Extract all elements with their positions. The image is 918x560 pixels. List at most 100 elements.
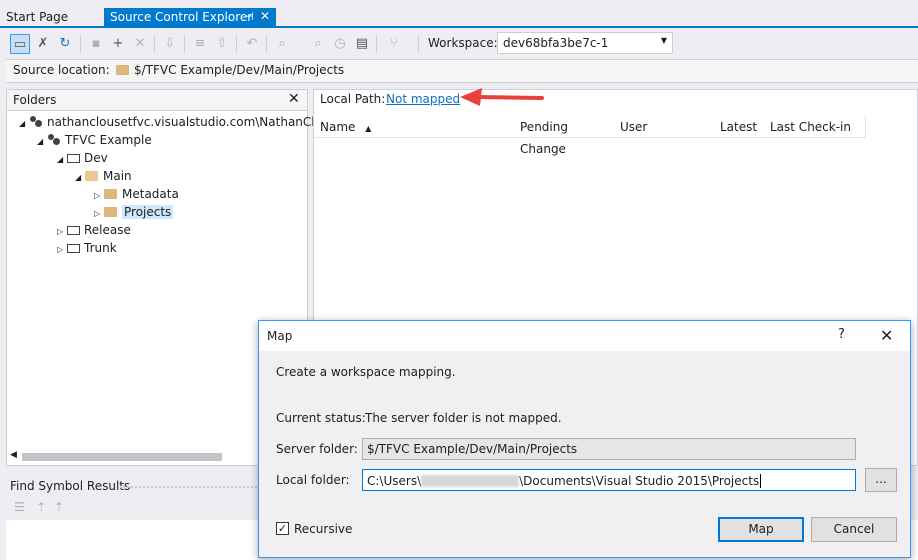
cancel-button[interactable]: Cancel <box>811 517 897 542</box>
browse-button[interactable]: ... <box>865 468 897 492</box>
column-header-name[interactable]: Name ▲ <box>314 116 516 138</box>
tree-item-projects[interactable]: ▷ Projects <box>94 203 174 221</box>
tree-item-label: Dev <box>84 151 108 165</box>
folder-open-icon <box>85 171 98 181</box>
tree-item-label: Release <box>84 223 131 237</box>
column-label: Name <box>320 120 356 134</box>
find-symbol-title: Find Symbol Results <box>10 479 131 493</box>
recursive-checkbox[interactable]: ✓ <box>276 522 289 535</box>
column-label: Pending Change <box>520 120 568 156</box>
toolbar-separator <box>236 36 237 52</box>
expanded-triangle-icon[interactable]: ◢ <box>19 115 29 133</box>
source-location-path[interactable]: $/TFVC Example/Dev/Main/Projects <box>116 63 344 77</box>
tab-source-control-explorer[interactable]: Source Control Explorer ⊣ ✕ <box>104 8 276 28</box>
folder-icon <box>116 65 129 75</box>
workspace-value: dev68bfa3be7c-1 <box>503 36 609 50</box>
check-in-icon[interactable]: ⇧ <box>212 34 232 54</box>
pin-icon[interactable]: ⊣ <box>244 10 254 23</box>
tree-item-label: Projects <box>122 205 174 219</box>
column-header-last-check-in[interactable]: Last Check-in <box>764 116 866 138</box>
local-folder-input[interactable]: C:\Users\ \Documents\Visual Studio 2015\P… <box>362 469 856 491</box>
workspace-select[interactable]: dev68bfa3be7c-1 ▼ <box>497 32 673 54</box>
tab-label: Source Control Explorer <box>110 10 253 24</box>
tree-item-release[interactable]: ▷ Release <box>57 221 131 239</box>
recursive-label: Recursive <box>294 522 353 536</box>
column-label: Last Check-in <box>770 120 851 134</box>
panel-grip <box>120 486 260 490</box>
source-location-value: $/TFVC Example/Dev/Main/Projects <box>134 63 345 77</box>
new-folder-icon[interactable]: ▪ <box>86 34 106 54</box>
close-icon[interactable]: ✕ <box>880 326 893 345</box>
tree-item-metadata[interactable]: ▷ Metadata <box>94 185 179 203</box>
prev-icon[interactable]: ⇡ <box>36 500 46 514</box>
expanded-triangle-icon[interactable]: ◢ <box>57 151 67 169</box>
column-label: User <box>620 120 648 134</box>
column-header-user[interactable]: User <box>614 116 716 138</box>
close-tab-icon[interactable]: ✕ <box>260 9 270 23</box>
help-icon[interactable]: ? <box>838 327 845 342</box>
tree-item-tfvc-example[interactable]: ◢ TFVC Example <box>37 131 152 149</box>
tree-item-trunk[interactable]: ▷ Trunk <box>57 239 117 257</box>
dialog-title: Map <box>267 329 293 343</box>
dialog-intro: Create a workspace mapping. <box>276 365 456 379</box>
expanded-triangle-icon[interactable]: ◢ <box>37 133 47 151</box>
tree-item-label: Main <box>103 169 132 183</box>
folder-icon <box>104 207 117 217</box>
branching-icon[interactable]: ⑂ <box>384 34 404 54</box>
current-status-label: Current status: <box>276 411 366 425</box>
folder-icon[interactable]: ▭ <box>10 34 30 54</box>
tree-item-dev[interactable]: ◢ Dev <box>57 149 108 167</box>
view-history-icon[interactable]: ▤ <box>352 34 372 54</box>
source-location-label: Source location: <box>13 63 110 77</box>
column-header-latest[interactable]: Latest <box>714 116 766 138</box>
close-icon[interactable]: ✕ <box>288 91 300 107</box>
undo-icon[interactable]: ↶ <box>242 34 262 54</box>
toolbar-separator <box>184 36 185 52</box>
collapsed-triangle-icon[interactable]: ▷ <box>57 241 67 259</box>
branch-icon <box>67 244 80 253</box>
team-icon <box>47 134 61 145</box>
annotation-arrow <box>460 88 544 106</box>
add-items-icon[interactable]: + <box>108 34 128 54</box>
history-icon[interactable]: ◷ <box>330 34 350 54</box>
scrollbar-thumb[interactable] <box>22 453 222 461</box>
tab-label: Start Page <box>6 10 69 24</box>
local-folder-prefix: C:\Users\ <box>367 474 422 488</box>
column-header-pending-change[interactable]: Pending Change <box>514 116 616 156</box>
tree-item-label: nathanclousetfvc.visualstudio.com\Nathan… <box>47 115 336 129</box>
scroll-left-icon[interactable]: ◀ <box>10 450 17 460</box>
dialog-titlebar <box>259 321 910 351</box>
pending-changes-icon[interactable]: ≡ <box>190 34 210 54</box>
get-latest-icon[interactable]: ⇩ <box>160 34 180 54</box>
tree-item-account[interactable]: ◢ nathanclousetfvc.visualstudio.com\Natha… <box>19 113 336 131</box>
team-icon <box>29 116 43 127</box>
not-mapped-link[interactable]: Not mapped <box>386 92 460 106</box>
delete-icon[interactable]: ✕ <box>130 34 150 54</box>
server-folder-value: $/TFVC Example/Dev/Main/Projects <box>367 442 578 456</box>
disconnect-icon[interactable]: ✗ <box>33 34 53 54</box>
tree-item-label: Metadata <box>122 187 179 201</box>
tab-start-page[interactable]: Start Page <box>0 8 98 28</box>
find-symbol-toolbar: ☰ ⇡ ⇡ <box>14 500 64 514</box>
expanded-triangle-icon[interactable]: ◢ <box>75 169 85 187</box>
find-icon[interactable]: ⌕ <box>272 34 292 54</box>
refresh-icon[interactable]: ↻ <box>55 34 75 54</box>
tree-item-label: TFVC Example <box>65 133 152 147</box>
toolbar-separator <box>418 36 419 52</box>
server-folder-field: $/TFVC Example/Dev/Main/Projects <box>362 438 856 460</box>
map-button[interactable]: Map <box>718 517 804 542</box>
tree-item-label: Trunk <box>84 241 117 255</box>
toolbar-separator <box>376 36 377 52</box>
list-icon[interactable]: ☰ <box>14 500 25 514</box>
toolbar-separator <box>266 36 267 52</box>
local-folder-label: Local folder: <box>276 473 350 487</box>
redacted-username <box>421 475 520 487</box>
compare-icon[interactable]: ⌕ <box>308 34 328 54</box>
tree-item-main[interactable]: ◢ Main <box>75 167 132 185</box>
workspace-label: Workspace: <box>428 36 498 50</box>
server-folder-label: Server folder: <box>276 442 358 456</box>
branch-icon <box>67 226 80 235</box>
toolbar-separator <box>154 36 155 52</box>
next-icon[interactable]: ⇡ <box>54 500 64 514</box>
local-folder-suffix: \Documents\Visual Studio 2015\Projects <box>519 474 760 488</box>
